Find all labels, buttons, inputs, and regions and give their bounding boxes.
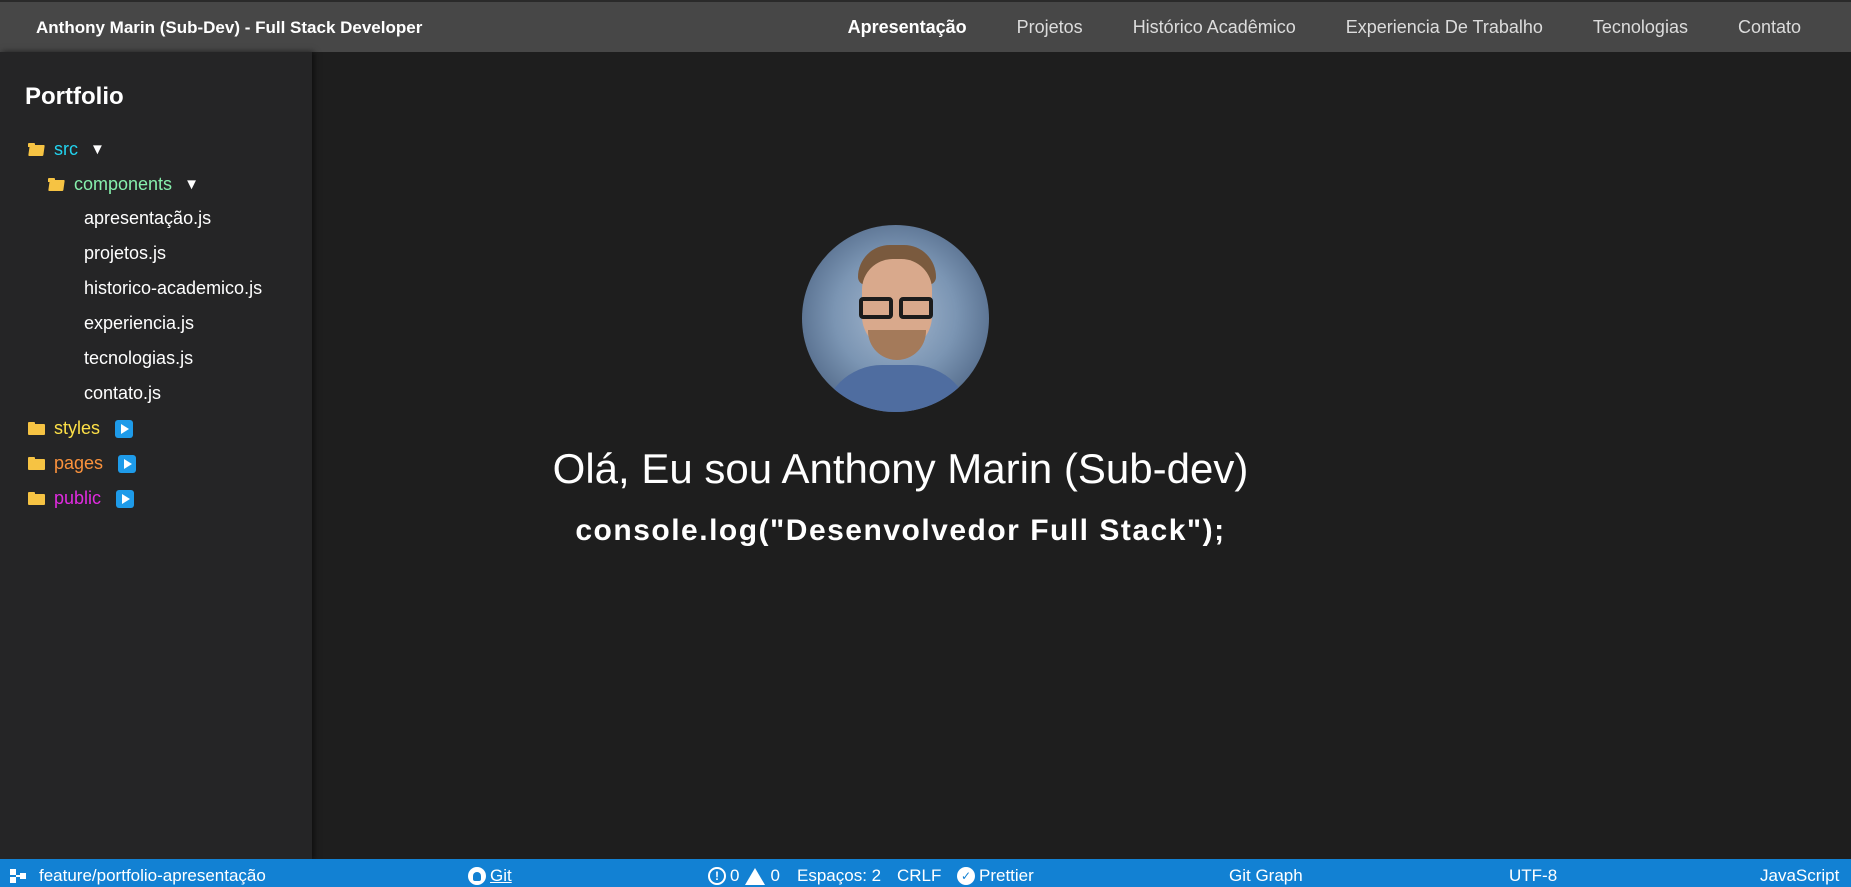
status-branch[interactable]: feature/portfolio-apresentação: [10, 866, 266, 886]
file-contato[interactable]: contato.js: [84, 383, 161, 404]
status-language[interactable]: JavaScript: [1760, 866, 1839, 886]
file-tecnologias[interactable]: tecnologias.js: [84, 348, 193, 369]
nav-experiencia[interactable]: Experiencia De Trabalho: [1346, 17, 1543, 38]
file-historico-academico[interactable]: historico-academico.js: [84, 278, 262, 299]
check-icon: ✓: [957, 867, 975, 885]
nav-tecnologias[interactable]: Tecnologias: [1593, 17, 1688, 38]
status-problems[interactable]: ! 0 0: [708, 866, 780, 886]
folder-styles[interactable]: styles: [28, 418, 134, 439]
warning-icon: [745, 867, 766, 885]
file-apresentacao[interactable]: apresentação.js: [84, 208, 211, 229]
top-navbar: Anthony Marin (Sub-Dev) - Full Stack Dev…: [0, 0, 1851, 52]
status-encoding[interactable]: UTF-8: [1509, 866, 1557, 886]
status-prettier[interactable]: ✓ Prettier: [957, 866, 1034, 886]
nav-contato[interactable]: Contato: [1738, 17, 1801, 38]
git-label: Git: [490, 866, 512, 885]
folder-icon: [28, 422, 45, 435]
greeting-heading: Olá, Eu sou Anthony Marin (Sub-dev): [552, 445, 1249, 492]
folder-styles-label: styles: [54, 418, 101, 438]
status-git-graph[interactable]: Git Graph: [1229, 866, 1303, 886]
sidebar-title: Portfolio: [25, 83, 124, 110]
status-eol[interactable]: CRLF: [897, 866, 941, 886]
expand-play-icon[interactable]: [115, 419, 134, 438]
nav-apresentacao[interactable]: Apresentação: [848, 17, 967, 38]
branch-icon: [10, 869, 28, 883]
warning-count: 0: [770, 866, 780, 885]
branch-name: feature/portfolio-apresentação: [39, 866, 266, 885]
prettier-label: Prettier: [979, 866, 1034, 885]
profile-avatar: [802, 225, 989, 412]
github-icon: [468, 867, 486, 885]
file-experiencia[interactable]: experiencia.js: [84, 313, 194, 334]
chevron-down-icon: ▼: [90, 141, 105, 158]
status-git[interactable]: Git: [468, 866, 512, 886]
console-subtitle: console.log("Desenvolvedor Full Stack");: [575, 514, 1226, 547]
folder-open-icon: [28, 143, 45, 156]
folder-open-icon: [48, 178, 65, 191]
status-bar: feature/portfolio-apresentação Git ! 0 0…: [0, 859, 1851, 887]
folder-icon: [28, 492, 45, 505]
folder-src-label: src: [54, 139, 78, 159]
nav-projetos[interactable]: Projetos: [1017, 17, 1083, 38]
brand-title[interactable]: Anthony Marin (Sub-Dev) - Full Stack Dev…: [36, 18, 422, 38]
folder-components-label: components: [74, 174, 173, 194]
status-spaces[interactable]: Espaços: 2: [797, 866, 881, 886]
nav-historico-academico[interactable]: Histórico Acadêmico: [1133, 17, 1296, 38]
main-nav: Apresentação Projetos Histórico Acadêmic…: [848, 2, 1851, 52]
folder-components[interactable]: components ▼: [48, 174, 199, 195]
error-count: 0: [730, 866, 740, 885]
file-projetos[interactable]: projetos.js: [84, 243, 166, 264]
folder-src[interactable]: src ▼: [28, 139, 105, 160]
error-icon: !: [708, 867, 726, 885]
chevron-down-icon: ▼: [184, 176, 199, 193]
